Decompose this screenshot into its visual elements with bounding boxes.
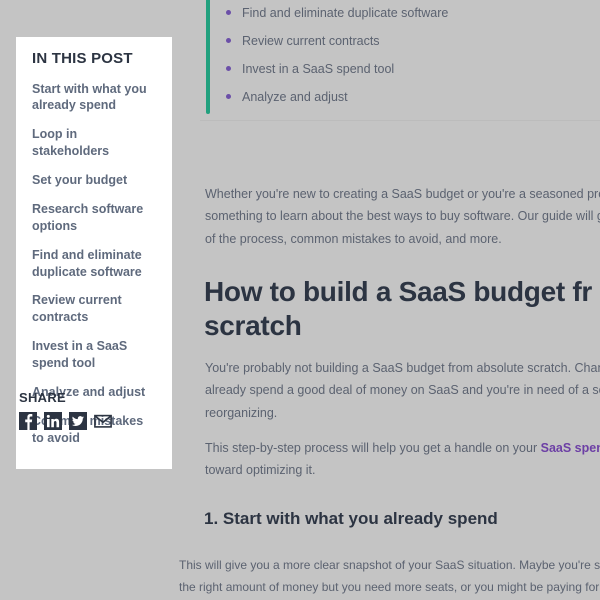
toc-heading: IN THIS POST: [32, 50, 133, 67]
page-title: How to build a SaaS budget fr scratch: [204, 275, 592, 343]
list-item: Invest in a SaaS spend tool: [226, 61, 600, 89]
list-item-label: Analyze and adjust: [242, 90, 348, 105]
list-item: Set your budget: [32, 172, 156, 189]
email-icon[interactable]: [94, 412, 112, 430]
sidebar-item-invest-in-a-saas-spend-tool[interactable]: Invest in a SaaS spend tool: [32, 338, 156, 372]
linkedin-icon[interactable]: [44, 412, 62, 430]
list-item: Invest in a SaaS spend tool: [32, 338, 156, 372]
paragraph-line: toward optimizing it.: [205, 463, 316, 478]
share-block: SHARE: [19, 390, 179, 430]
list-item: Find and eliminate duplicate software: [226, 5, 600, 33]
intro-paragraph: Whether you're new to creating a SaaS bu…: [205, 183, 600, 250]
sidebar-item-find-and-eliminate-duplicate-software[interactable]: Find and eliminate duplicate software: [32, 247, 156, 281]
share-heading: SHARE: [19, 390, 67, 405]
section-heading: 1. Start with what you already spend: [204, 509, 498, 528]
sidebar-item-loop-in-stakeholders[interactable]: Loop in stakeholders: [32, 126, 156, 160]
heading-line: How to build a SaaS budget fr: [204, 276, 592, 307]
sidebar-item-set-your-budget[interactable]: Set your budget: [32, 172, 156, 189]
facebook-icon[interactable]: [19, 412, 37, 430]
body-paragraph-3: This step-by-step process will help you …: [205, 437, 600, 482]
bullet-icon: [226, 37, 231, 43]
bullet-icon: [226, 9, 231, 15]
paragraph-line: something to learn about the best ways t…: [205, 209, 600, 224]
paragraph-line: the right amount of money but you need m…: [179, 580, 600, 595]
paragraph-line: This will give you a more clear snapshot…: [179, 558, 600, 572]
sidebar: IN THIS POST Start with what you already…: [0, 0, 200, 600]
list-item-label: Find and eliminate duplicate software: [242, 5, 449, 20]
callout-accent-bar: [206, 0, 210, 114]
paragraph-line: You're probably not building a SaaS budg…: [205, 361, 600, 375]
bullet-icon: [226, 94, 231, 100]
callout-list: Set your budget Research your software o…: [200, 0, 600, 106]
summary-callout: Set your budget Research your software o…: [200, 0, 600, 121]
list-item: Start with what you already spend: [32, 81, 156, 115]
body-paragraph-4: This will give you a more clear snapshot…: [179, 554, 600, 598]
article-page: IN THIS POST Start with what you already…: [0, 0, 600, 600]
saas-spend-link[interactable]: SaaS spend: [541, 441, 600, 455]
list-item-label: Review current contracts: [242, 33, 380, 48]
twitter-icon[interactable]: [69, 412, 87, 430]
paragraph-line: This step-by-step process will help you …: [205, 441, 541, 455]
list-item: Review current contracts: [32, 292, 156, 326]
paragraph-line: already spend a good deal of money on Sa…: [205, 383, 600, 398]
sidebar-item-review-current-contracts[interactable]: Review current contracts: [32, 292, 156, 326]
list-item: Analyze and adjust: [226, 89, 600, 105]
list-item: Find and eliminate duplicate software: [32, 247, 156, 281]
article-content: Set your budget Research your software o…: [179, 0, 600, 600]
paragraph-line: Whether you're new to creating a SaaS bu…: [205, 187, 600, 201]
list-item: Loop in stakeholders: [32, 126, 156, 160]
list-item: Research software options: [32, 201, 156, 235]
list-item-label: Invest in a SaaS spend tool: [242, 62, 395, 76]
share-icon-list: [19, 412, 179, 430]
paragraph-line: reorganizing.: [205, 405, 278, 420]
heading-line: scratch: [204, 310, 302, 342]
bullet-icon: [226, 66, 231, 71]
paragraph-line: of the process, common mistakes to avoid…: [205, 231, 502, 246]
sidebar-item-research-software-options[interactable]: Research software options: [32, 201, 156, 235]
sidebar-item-start-with-what-you-already-spend[interactable]: Start with what you already spend: [32, 81, 156, 115]
list-item: Review current contracts: [226, 33, 600, 61]
body-paragraph-2: You're probably not building a SaaS budg…: [205, 357, 600, 424]
